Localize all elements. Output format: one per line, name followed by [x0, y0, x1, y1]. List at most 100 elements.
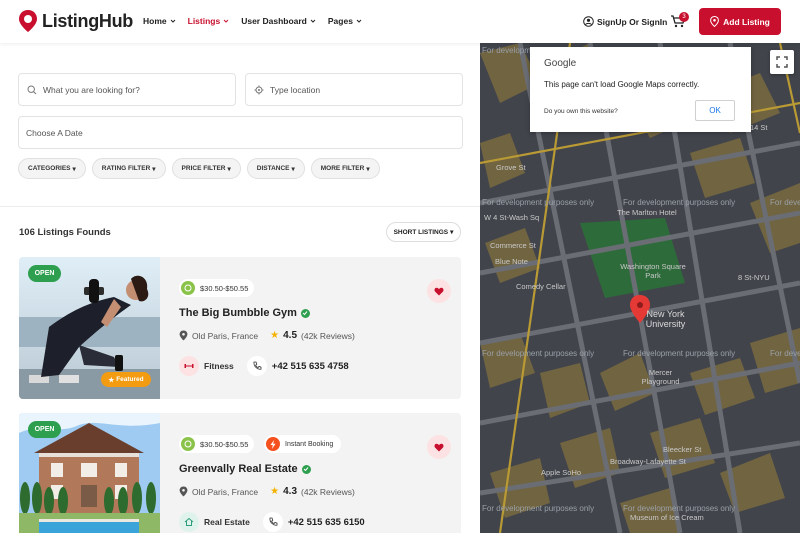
- user-icon: [583, 16, 594, 27]
- fullscreen-button[interactable]: [770, 50, 794, 74]
- nav-home-label: Home: [143, 16, 167, 26]
- instant-booking-badge: Instant Booking: [264, 435, 342, 453]
- map-label: Commerce St: [490, 241, 536, 250]
- lightning-icon: [266, 437, 280, 451]
- location-pin-icon: [710, 16, 720, 27]
- listing-image-house[interactable]: OPEN: [19, 413, 160, 533]
- dev-watermark: For development purposes only: [482, 198, 595, 207]
- caret-down-icon: ▾: [291, 165, 295, 173]
- map-label: Washington Square Park: [620, 262, 686, 280]
- dev-watermark: For development purposes only: [623, 198, 736, 207]
- filter-bar: CATEGORIES ▾ RATING FILTER ▾ PRICE FILTER ▾…: [18, 158, 380, 179]
- open-status-badge: OPEN: [28, 421, 61, 438]
- phone-icon: [262, 512, 283, 532]
- map-label: Apple SoHo: [541, 468, 582, 477]
- filter-categories-button[interactable]: CATEGORIES ▾: [18, 158, 86, 179]
- location-pin-icon: [179, 330, 188, 341]
- location-pin-icon: [179, 486, 188, 497]
- price-range-badge: $30.50-$50.55: [179, 435, 255, 453]
- price-range-badge: $30.50-$50.55: [179, 279, 255, 297]
- filter-label: RATING FILTER: [101, 165, 151, 172]
- filter-price-button[interactable]: PRICE FILTER ▾: [171, 158, 241, 179]
- sort-label: SHORT LISTINGS: [393, 228, 449, 236]
- add-listing-button[interactable]: Add Listing: [699, 8, 781, 35]
- listing-title[interactable]: The Big Bumbble Gym: [179, 307, 310, 319]
- results-count: 106 Listings Founds: [19, 227, 111, 238]
- nav-user-dashboard[interactable]: User Dashboard: [241, 16, 316, 26]
- listing-card[interactable]: OPEN $30.50-$50.55 Instant Booking Green…: [19, 413, 461, 533]
- listing-image-gym[interactable]: OPEN ★ Featured: [19, 257, 160, 399]
- ok-button[interactable]: OK: [695, 100, 735, 121]
- phone-number[interactable]: +42 515 635 6150: [288, 517, 365, 528]
- dev-watermark: For development purposes only: [770, 349, 800, 358]
- caret-down-icon: ▾: [450, 229, 454, 236]
- map-label: Comedy Cellar: [516, 282, 566, 291]
- price-range-text: $30.50-$50.55: [200, 439, 249, 449]
- google-logo: Google: [544, 58, 577, 69]
- map-label: The Marlton Hotel: [617, 208, 677, 217]
- signin-label: SignUp Or SignIn: [597, 16, 668, 27]
- caret-down-icon: ▾: [366, 165, 370, 173]
- map-label: 14 St: [750, 123, 768, 132]
- nav-pages[interactable]: Pages: [328, 16, 362, 26]
- dev-watermark: For development purposes only: [482, 504, 595, 513]
- filter-label: PRICE FILTER: [181, 165, 226, 172]
- favorite-button[interactable]: [427, 435, 451, 459]
- date-placeholder: Choose A Date: [26, 127, 83, 138]
- map-label: 8 St-NYU: [738, 273, 770, 282]
- sort-listings-button[interactable]: SHORT LISTINGS ▾: [386, 222, 461, 242]
- listing-meta: Old Paris, France ★ 4.3 (42k Reviews): [179, 486, 355, 497]
- chevron-down-icon: [170, 19, 175, 23]
- nav-user-dashboard-label: User Dashboard: [241, 16, 307, 26]
- location-input[interactable]: Type location: [245, 73, 463, 106]
- nav-listings[interactable]: Listings: [188, 16, 230, 26]
- dev-watermark: For development purposes only: [623, 504, 736, 513]
- map-label: New York University: [645, 309, 686, 329]
- filter-label: MORE FILTER: [320, 165, 365, 172]
- dumbbell-icon: [179, 356, 199, 376]
- dev-watermark: For development purposes only: [482, 349, 595, 358]
- logo[interactable]: ListingHub: [18, 9, 133, 33]
- verified-check-icon: [301, 464, 311, 474]
- search-input[interactable]: What you are looking for?: [18, 73, 236, 106]
- logo-pin-icon: [19, 10, 37, 32]
- phone-number[interactable]: +42 515 635 4758: [272, 361, 349, 372]
- nav-pages-label: Pages: [327, 16, 353, 26]
- dollar-icon: [181, 281, 195, 295]
- heart-icon: [434, 287, 444, 295]
- crosshair-icon: [254, 85, 264, 94]
- rating-star-icon: ★: [270, 330, 280, 341]
- map-label: Blue Note: [495, 257, 528, 266]
- signin-link[interactable]: SignUp Or SignIn: [583, 16, 667, 27]
- listing-title[interactable]: Greenvally Real Estate: [179, 463, 311, 475]
- star-icon: ★: [108, 376, 115, 384]
- caret-down-icon: ▾: [227, 165, 231, 173]
- listing-title-text: The Big Bumbble Gym: [179, 307, 297, 319]
- favorite-button[interactable]: [427, 279, 451, 303]
- date-input[interactable]: Choose A Date: [18, 116, 463, 149]
- divider: [0, 206, 480, 207]
- filter-distance-button[interactable]: DISTANCE ▾: [246, 158, 305, 179]
- listing-contact-row: Fitness +42 515 635 4758: [179, 356, 349, 376]
- map-label: Mercer Playground: [641, 368, 680, 386]
- caret-down-icon: ▾: [72, 165, 76, 173]
- open-status-badge: OPEN: [28, 265, 61, 282]
- error-message: This page can't load Google Maps correct…: [544, 80, 700, 89]
- rating-star-icon: ★: [270, 486, 280, 497]
- search-placeholder: What you are looking for?: [43, 84, 140, 95]
- filter-more-button[interactable]: MORE FILTER ▾: [310, 158, 380, 179]
- verified-check-icon: [300, 308, 310, 318]
- category-label[interactable]: Fitness: [204, 361, 234, 371]
- listing-card[interactable]: OPEN ★ Featured $30.50-$50.55 The Big Bu…: [19, 257, 461, 399]
- category-label[interactable]: Real Estate: [204, 517, 250, 527]
- phone-icon: [246, 356, 267, 376]
- heart-icon: [434, 443, 444, 451]
- filter-rating-button[interactable]: RATING FILTER ▾: [91, 158, 166, 179]
- nav-home[interactable]: Home: [143, 16, 176, 26]
- logo-text: ListingHub: [42, 10, 133, 31]
- fullscreen-icon: [776, 56, 788, 68]
- own-website-link[interactable]: Do you own this website?: [544, 108, 618, 115]
- rating-value: 4.3: [283, 486, 298, 497]
- chevron-down-icon: [310, 19, 316, 23]
- google-maps-error-dialog: Google This page can't load Google Maps …: [530, 47, 751, 132]
